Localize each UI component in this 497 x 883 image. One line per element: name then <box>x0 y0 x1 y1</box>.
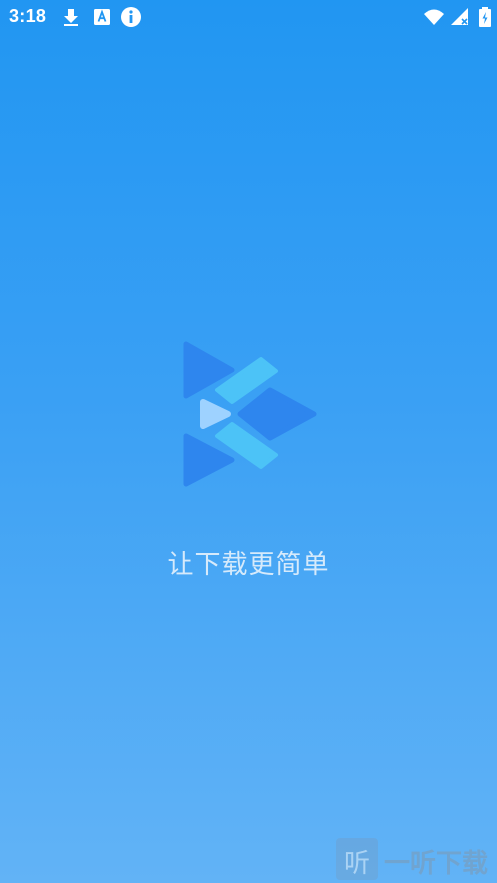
watermark: 听 一听下载 <box>336 838 496 880</box>
play-logo-icon <box>183 341 317 487</box>
wifi-icon <box>424 9 444 25</box>
status-time: 3:18 <box>9 6 47 26</box>
info-icon <box>121 7 141 27</box>
watermark-text: 一听下载 <box>384 849 489 879</box>
battery-icon <box>479 7 491 27</box>
download-icon <box>64 9 78 26</box>
watermark-glyph: 听 <box>343 849 370 879</box>
font-a-icon <box>94 9 110 25</box>
splash-tagline: 让下载更简单 <box>167 550 330 580</box>
signal-icon <box>451 8 468 25</box>
watermark-logo-icon: 听 <box>336 838 378 880</box>
status-bar: 3:18 <box>0 0 497 34</box>
